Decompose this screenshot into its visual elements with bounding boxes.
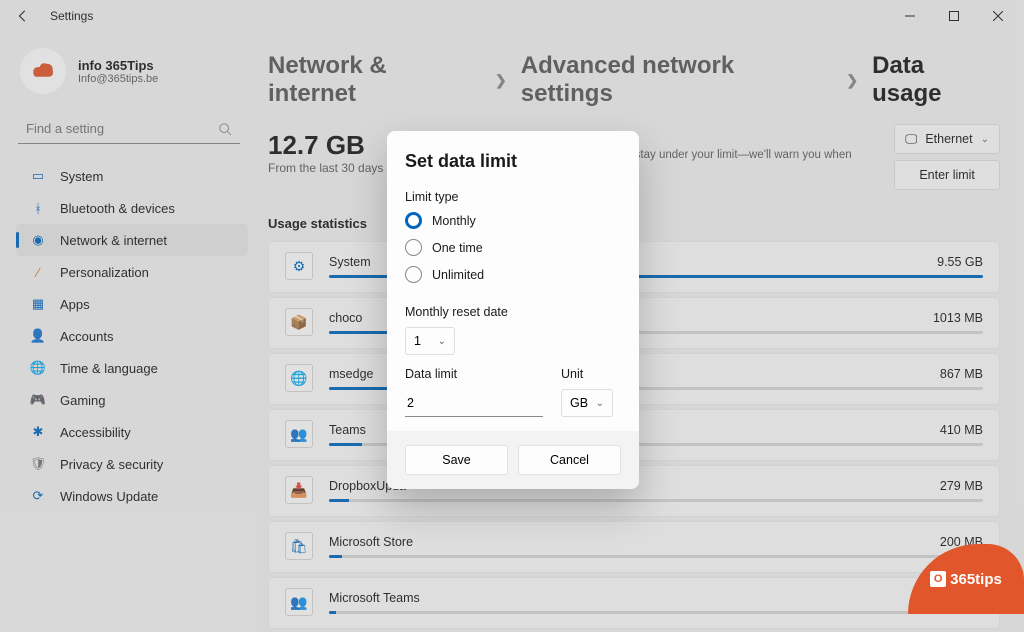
radio-label: Unlimited	[432, 268, 484, 282]
unit-value: GB	[570, 396, 588, 410]
set-data-limit-dialog: Set data limit Limit type Monthly One ti…	[387, 131, 639, 489]
data-limit-input[interactable]	[405, 389, 543, 417]
radio-unlimited[interactable]: Unlimited	[405, 266, 621, 283]
save-button[interactable]: Save	[405, 445, 508, 475]
watermark-text: 365tips	[950, 571, 1002, 588]
radio-label: Monthly	[432, 214, 476, 228]
limit-type-label: Limit type	[405, 190, 621, 204]
chevron-down-icon: ⌄	[438, 336, 446, 347]
unit-dropdown[interactable]: GB ⌄	[561, 389, 613, 417]
chevron-down-icon: ⌄	[596, 398, 604, 409]
radio-icon	[405, 239, 422, 256]
radio-label: One time	[432, 241, 483, 255]
radio-icon	[405, 212, 422, 229]
dialog-title: Set data limit	[405, 151, 621, 172]
reset-date-value: 1	[414, 334, 421, 348]
data-limit-label: Data limit	[405, 367, 543, 381]
radio-monthly[interactable]: Monthly	[405, 212, 621, 229]
unit-label: Unit	[561, 367, 621, 381]
cancel-button[interactable]: Cancel	[518, 445, 621, 475]
reset-date-dropdown[interactable]: 1 ⌄	[405, 327, 455, 355]
office-icon: O	[930, 571, 946, 587]
radio-onetime[interactable]: One time	[405, 239, 621, 256]
reset-date-label: Monthly reset date	[405, 305, 621, 319]
radio-icon	[405, 266, 422, 283]
